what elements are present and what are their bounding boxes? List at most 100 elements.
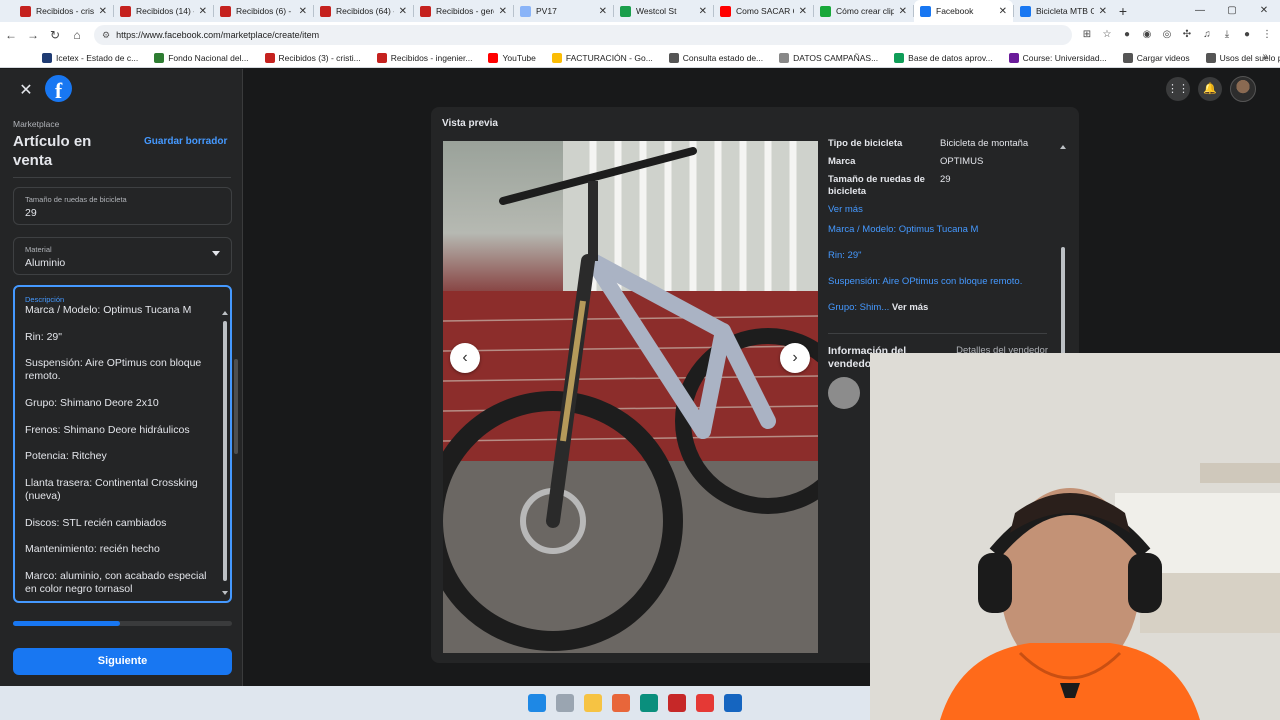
description-line: Frenos: Shimano Deore hidráulicos — [25, 423, 190, 436]
tab-label: Facebook — [936, 6, 974, 16]
browser-tab[interactable]: Facebook ✕ — [914, 0, 1013, 22]
bookmark-star-icon[interactable]: ☆ — [1100, 28, 1114, 42]
file-explorer-icon[interactable] — [584, 694, 602, 712]
material-select[interactable]: Material Aluminio — [13, 237, 232, 275]
more-bookmarks-icon[interactable]: » — [1262, 51, 1268, 62]
breadcrumb[interactable]: Marketplace — [13, 119, 59, 129]
browser-tab[interactable]: Bicicleta MTB Op ✕ — [1014, 0, 1113, 22]
browser-tab[interactable]: Como SACAR Cl ✕ — [714, 0, 813, 22]
bookmark-label: Fondo Nacional del... — [168, 52, 249, 63]
description-textarea[interactable]: Descripción Marca / Modelo: Optimus Tuca… — [13, 285, 232, 603]
download-icon[interactable]: ⤓ — [1220, 28, 1234, 42]
tab-close-icon[interactable]: ✕ — [899, 6, 907, 17]
media-icon[interactable]: ♫ — [1200, 28, 1214, 42]
browser-tab[interactable]: Recibidos - gere ✕ — [414, 0, 513, 22]
bookmark-item[interactable]: Recibidos (3) - cristi... — [257, 52, 369, 63]
description-label: Descripción — [25, 295, 65, 304]
back-icon[interactable]: ← — [0, 28, 22, 42]
profile-icon[interactable]: ● — [1240, 28, 1254, 42]
extension3-icon[interactable]: ◎ — [1160, 28, 1174, 42]
tab-close-icon[interactable]: ✕ — [499, 6, 507, 17]
store-icon[interactable] — [724, 694, 742, 712]
avatar[interactable] — [1230, 76, 1256, 102]
tab-close-icon[interactable]: ✕ — [799, 6, 807, 17]
wheel-size-value[interactable]: 29 — [25, 207, 37, 219]
browser-tab[interactable]: Recibidos (14) - ✕ — [114, 0, 213, 22]
save-draft-button[interactable]: Guardar borrador — [144, 136, 227, 147]
menu-grid-icon[interactable]: ⋮⋮ — [1166, 77, 1190, 101]
url-field[interactable]: ⚙ https://www.facebook.com/marketplace/c… — [94, 25, 1072, 45]
material-label: Material — [25, 245, 52, 254]
next-button[interactable]: Siguiente — [13, 648, 232, 675]
maximize-icon[interactable]: ▢ — [1216, 0, 1248, 22]
close-window-icon[interactable]: ✕ — [1248, 0, 1280, 22]
tab-close-icon[interactable]: ✕ — [399, 6, 407, 17]
tab-label: Como SACAR Cl — [736, 6, 794, 16]
tab-close-icon[interactable]: ✕ — [99, 6, 107, 17]
chrome-icon[interactable] — [696, 694, 714, 712]
browser-tab[interactable]: PV17 ✕ — [514, 0, 613, 22]
bookmark-item[interactable]: Fondo Nacional del... — [146, 52, 256, 63]
wheel-size-field[interactable]: Tamaño de ruedas de bicicleta 29 — [13, 187, 232, 225]
photo-next-chevron-icon[interactable]: › — [780, 343, 810, 373]
forward-icon[interactable]: → — [22, 28, 44, 42]
bookmark-label: Icetex - Estado de c... — [56, 52, 139, 63]
tab-close-icon[interactable]: ✕ — [699, 6, 707, 17]
description-see-more-link[interactable]: Ver más — [892, 302, 928, 313]
close-icon[interactable]: ✕ — [12, 77, 40, 105]
tab-close-icon[interactable]: ✕ — [1099, 6, 1107, 17]
scroll-down-icon[interactable] — [222, 591, 228, 595]
dropdown-caret-icon[interactable] — [212, 251, 220, 256]
tab-close-icon[interactable]: ✕ — [599, 6, 607, 17]
windows-start-icon[interactable] — [528, 694, 546, 712]
bookmark-item[interactable]: Icetex - Estado de c... — [34, 52, 146, 63]
tab-close-icon[interactable]: ✕ — [999, 6, 1007, 17]
description-scrollbar[interactable] — [223, 321, 227, 581]
scroll-up-icon[interactable] — [222, 311, 228, 315]
extension2-icon[interactable]: ◉ — [1140, 28, 1154, 42]
bookmark-label: Cargar videos — [1136, 52, 1190, 63]
browser-tab[interactable]: Cómo crear clip ✕ — [814, 0, 913, 22]
browser-tab[interactable]: Recibidos - crist ✕ — [14, 0, 113, 22]
new-tab-icon[interactable]: + — [1113, 3, 1133, 19]
browser-tab[interactable]: Recibidos (64) - ✕ — [314, 0, 413, 22]
spec-value: 29 — [940, 174, 951, 185]
photo-prev-chevron-icon[interactable]: ‹ — [450, 343, 480, 373]
description-preview-last: Grupo: Shim... Ver más — [828, 302, 1048, 314]
description-text[interactable]: Marca / Modelo: Optimus Tucana M Rin: 29"… — [25, 304, 215, 601]
extensions-puzzle-icon[interactable]: ✣ — [1180, 28, 1194, 42]
panel-scrollbar[interactable] — [234, 359, 238, 454]
bookmark-item[interactable]: DATOS CAMPAÑAS... — [771, 52, 886, 63]
tab-close-icon[interactable]: ✕ — [299, 6, 307, 17]
scroll-up-icon[interactable] — [1060, 145, 1066, 149]
notifications-bell-icon[interactable]: 🔔 — [1198, 77, 1222, 101]
bookmark-item[interactable]: Base de datos aprov... — [886, 52, 1000, 63]
facebook-logo-icon[interactable]: f — [45, 75, 72, 102]
minimize-icon[interactable]: — — [1184, 0, 1216, 22]
bookmark-label: DATOS CAMPAÑAS... — [793, 52, 879, 63]
bookmark-item[interactable]: YouTube — [480, 52, 543, 63]
menu-icon[interactable]: ⋮ — [1260, 28, 1274, 42]
firefox-icon[interactable] — [612, 694, 630, 712]
browser-tab[interactable]: Recibidos (6) - in ✕ — [214, 0, 313, 22]
bookmark-item[interactable]: FACTURACIÓN - Go... — [544, 52, 661, 63]
bookmark-item[interactable]: Consulta estado de... — [661, 52, 771, 63]
home-icon[interactable]: ⌂ — [66, 28, 88, 42]
details-scrollbar[interactable] — [1061, 247, 1065, 357]
see-more-link[interactable]: Ver más — [828, 204, 1048, 215]
bookmark-item[interactable]: Recibidos - ingenier... — [369, 52, 481, 63]
site-info-icon[interactable]: ⚙ — [102, 30, 110, 41]
tab-close-icon[interactable]: ✕ — [199, 6, 207, 17]
browser-toolbar-icons: ⊞ ☆ ● ◉ ◎ ✣ ♫ ⤓ ● ⋮ — [1080, 28, 1274, 42]
bookmark-item[interactable]: Course: Universidad... — [1001, 52, 1115, 63]
reload-icon[interactable]: ↻ — [44, 28, 66, 42]
search-icon[interactable] — [556, 694, 574, 712]
app-icon[interactable] — [668, 694, 686, 712]
edge-icon[interactable] — [640, 694, 658, 712]
extension-icon[interactable]: ● — [1120, 28, 1134, 42]
bookmark-favicon-icon — [1122, 52, 1133, 63]
tab-favicon-icon — [520, 5, 531, 17]
browser-tab[interactable]: Westcol St ✕ — [614, 0, 713, 22]
bookmark-item[interactable]: Cargar videos — [1115, 52, 1198, 63]
install-icon[interactable]: ⊞ — [1080, 28, 1094, 42]
